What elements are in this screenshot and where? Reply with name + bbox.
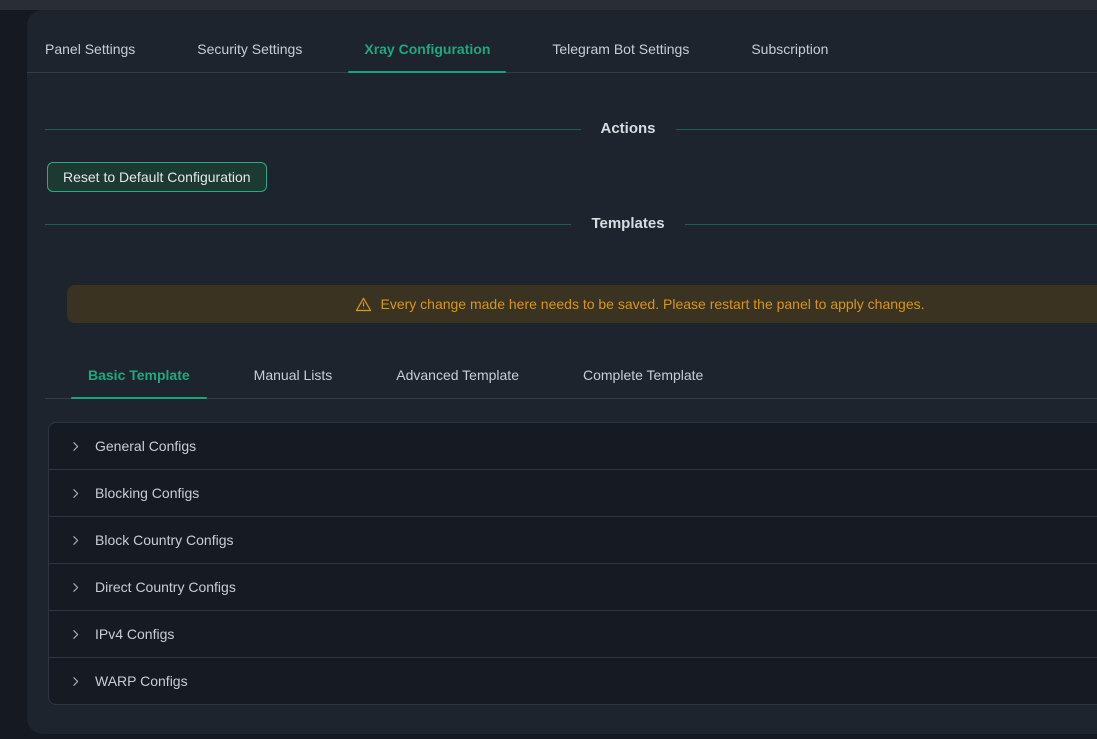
collapse-section-header[interactable]: IPv4 Configs: [49, 610, 1097, 657]
collapse-section-header[interactable]: Direct Country Configs: [49, 563, 1097, 610]
main-tab[interactable]: Subscription: [735, 26, 844, 72]
reset-to-default-button-label: Reset to Default Configuration: [63, 169, 251, 185]
chevron-right-icon: [69, 581, 82, 594]
warning-triangle-icon: [355, 296, 372, 313]
chevron-right-icon: [69, 675, 82, 688]
divider-line: [676, 129, 1097, 130]
main-tab[interactable]: Security Settings: [181, 26, 318, 72]
template-tab-label: Complete Template: [583, 367, 703, 383]
restart-warning-banner: Every change made here needs to be saved…: [67, 285, 1097, 323]
restart-warning-text: Every change made here needs to be saved…: [380, 296, 924, 312]
main-tab[interactable]: Telegram Bot Settings: [536, 26, 705, 72]
template-tab-label: Advanced Template: [396, 367, 519, 383]
template-tab[interactable]: Advanced Template: [379, 352, 536, 398]
collapse-section-label: Blocking Configs: [95, 485, 199, 501]
main-tab[interactable]: Xray Configuration: [348, 26, 506, 72]
template-tab-bar: Basic Template Manual Lists Advanced Tem…: [45, 352, 1097, 399]
main-tab-label: Security Settings: [197, 41, 302, 57]
reset-to-default-button[interactable]: Reset to Default Configuration: [47, 162, 267, 192]
collapse-section-header[interactable]: Block Country Configs: [49, 516, 1097, 563]
collapse-section-label: WARP Configs: [95, 673, 188, 689]
config-collapse-list: General Configs Blocking Configs Block C…: [48, 422, 1097, 705]
main-tab-label: Telegram Bot Settings: [552, 41, 689, 57]
templates-divider-title: Templates: [571, 213, 684, 235]
chevron-right-icon: [69, 628, 82, 641]
main-tab-label: Subscription: [751, 41, 828, 57]
collapse-section-label: Block Country Configs: [95, 532, 234, 548]
main-tab-bar: Panel Settings Security Settings Xray Co…: [27, 26, 1097, 73]
divider-line: [685, 224, 1097, 225]
template-tab[interactable]: Basic Template: [71, 352, 207, 398]
collapse-section-label: IPv4 Configs: [95, 626, 174, 642]
collapse-section-header[interactable]: WARP Configs: [49, 657, 1097, 704]
tab-panel-xray-configuration: Actions Reset to Default Configuration T…: [27, 118, 1097, 705]
template-tab[interactable]: Complete Template: [566, 352, 720, 398]
chevron-right-icon: [69, 534, 82, 547]
settings-card: Panel Settings Security Settings Xray Co…: [27, 10, 1097, 734]
main-tab-label: Xray Configuration: [364, 41, 490, 57]
collapse-section-label: General Configs: [95, 438, 196, 454]
chevron-right-icon: [69, 487, 82, 500]
actions-divider-title: Actions: [581, 118, 676, 140]
collapse-section-label: Direct Country Configs: [95, 579, 236, 595]
template-tab-label: Basic Template: [88, 367, 190, 383]
template-tab-label: Manual Lists: [254, 367, 333, 383]
template-tab[interactable]: Manual Lists: [237, 352, 350, 398]
collapse-section-header[interactable]: Blocking Configs: [49, 469, 1097, 516]
main-tab-label: Panel Settings: [45, 41, 135, 57]
main-tab[interactable]: Panel Settings: [29, 26, 151, 72]
actions-divider: Actions: [45, 118, 1097, 140]
templates-divider: Templates: [45, 213, 1097, 235]
divider-line: [45, 224, 571, 225]
collapse-section-header[interactable]: General Configs: [49, 423, 1097, 469]
chevron-right-icon: [69, 440, 82, 453]
page-top-band: [0, 0, 1097, 10]
divider-line: [45, 129, 581, 130]
